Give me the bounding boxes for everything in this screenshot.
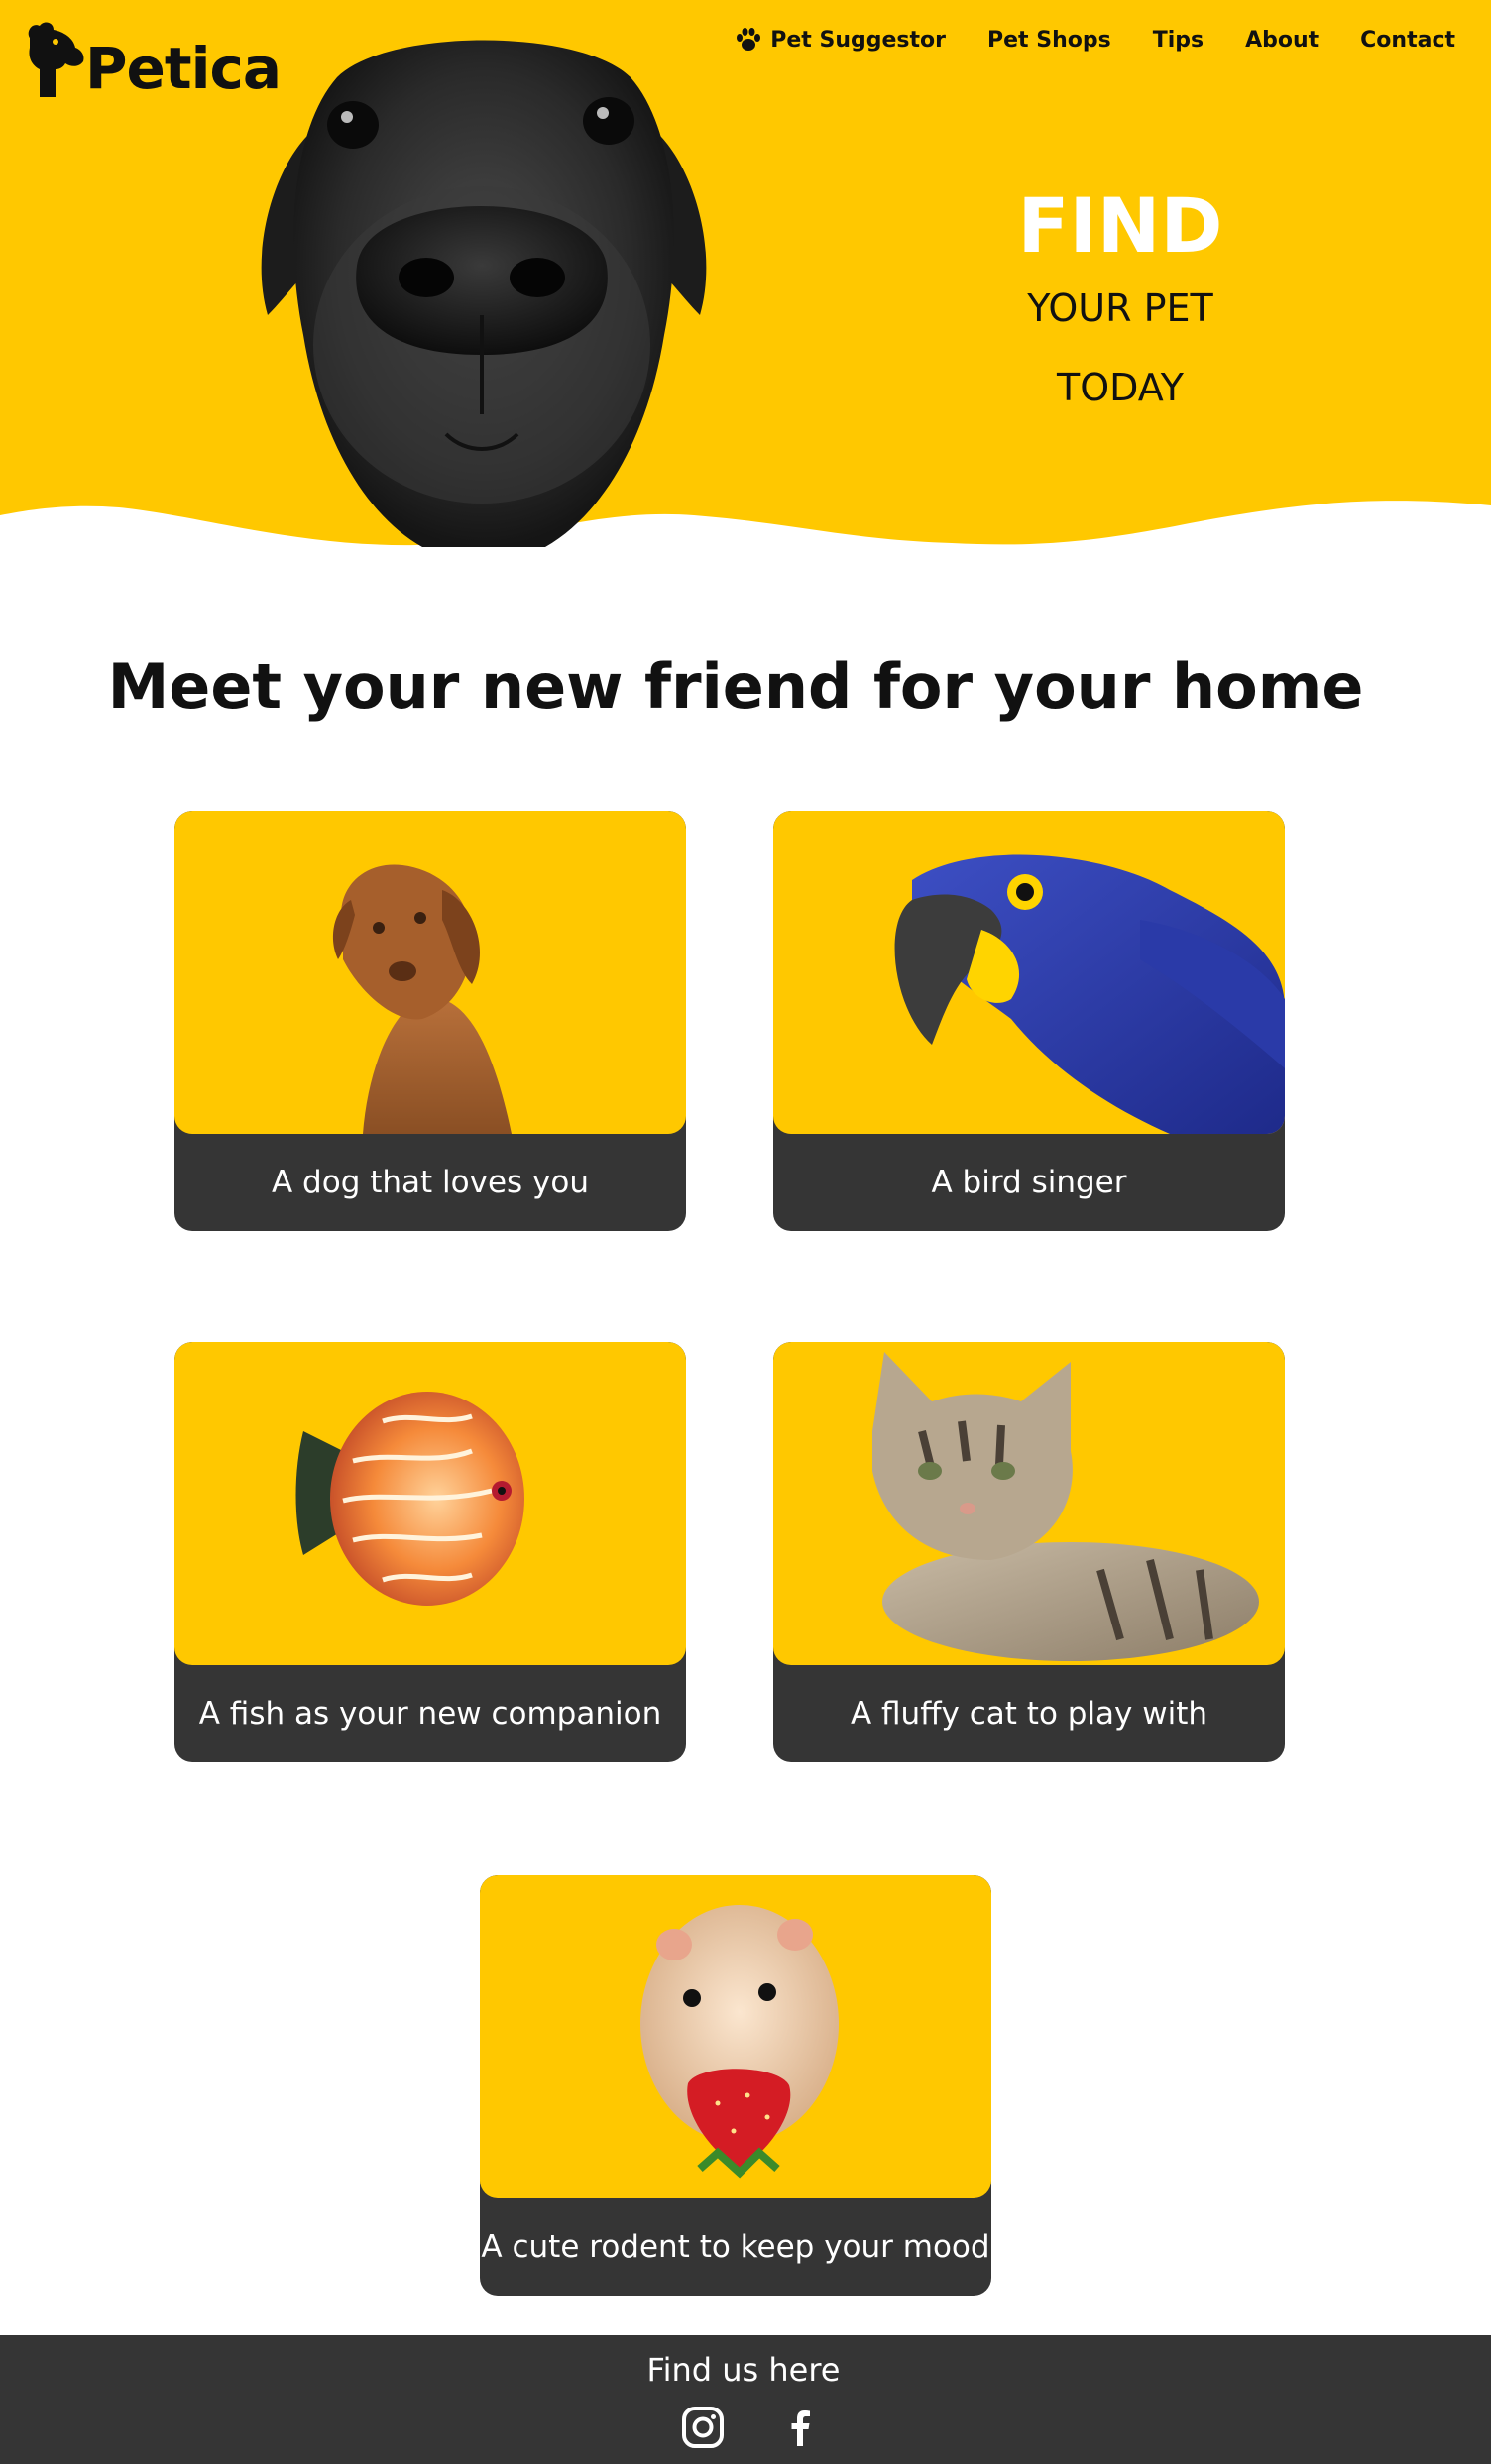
nav-item-pet-shops[interactable]: Pet Shops: [987, 28, 1111, 53]
section-title: Meet your new friend for your home: [107, 650, 1364, 723]
dog-image: [332, 864, 512, 1134]
nav-item-about[interactable]: About: [1245, 28, 1319, 53]
nav-label: Pet Suggestor: [770, 27, 946, 53]
nav-item-tips[interactable]: Tips: [1153, 28, 1204, 53]
parrot-image: [894, 854, 1285, 1134]
cat-image: [872, 1352, 1259, 1661]
hero-banner: Petica Pet Suggestor Pet Shops Tips Abou…: [0, 0, 1491, 555]
hero-find-text: FIND: [1017, 181, 1223, 270]
nav-item-contact[interactable]: Contact: [1360, 28, 1455, 53]
card-label: A dog that loves you: [271, 1165, 589, 1200]
pet-card-dog[interactable]: A dog that loves you: [174, 811, 686, 1231]
top-navigation: Pet Suggestor Pet Shops Tips About Conta…: [735, 26, 1455, 54]
hero-line-today: TODAY: [1057, 366, 1184, 409]
card-image: [480, 1875, 991, 2198]
paw-icon: [737, 28, 761, 51]
nav-label: Tips: [1152, 27, 1204, 53]
card-label: A bird singer: [931, 1165, 1127, 1200]
footer-title: Find us here: [646, 2351, 841, 2389]
card-label: A cute rodent to keep your mood: [481, 2229, 990, 2265]
footer: Find us here: [0, 2335, 1491, 2464]
card-label: A fluffy cat to play with: [850, 1696, 1208, 1732]
pet-card-fish[interactable]: A fish as your new companion: [174, 1342, 686, 1762]
black-puppy-image: [261, 40, 707, 547]
nav-label: Pet Shops: [987, 27, 1111, 53]
pet-card-bird[interactable]: A bird singer: [773, 811, 1285, 1231]
card-image: [773, 1342, 1285, 1665]
pet-card-cat[interactable]: A fluffy cat to play with: [773, 1342, 1285, 1762]
card-image: [174, 811, 686, 1134]
hero-headline: FIND YOUR PET TODAY: [1001, 188, 1239, 422]
pet-card-rodent[interactable]: A cute rodent to keep your mood: [480, 1875, 991, 2296]
hamster-image: [640, 1905, 839, 2179]
fish-image: [295, 1392, 524, 1606]
card-label: A fish as your new companion: [198, 1696, 662, 1732]
dog-logo-icon: [28, 22, 84, 97]
nav-label: Contact: [1360, 27, 1455, 53]
nav-item-pet-suggestor[interactable]: Pet Suggestor: [735, 26, 946, 54]
hero-line-your-pet: YOUR PET: [1027, 286, 1213, 330]
nav-label: About: [1245, 27, 1319, 53]
card-image: [174, 1342, 686, 1665]
brand-logo[interactable]: Petica: [20, 18, 282, 101]
instagram-icon[interactable]: [680, 2405, 726, 2450]
card-image: [773, 811, 1285, 1134]
facebook-icon[interactable]: [777, 2405, 823, 2450]
